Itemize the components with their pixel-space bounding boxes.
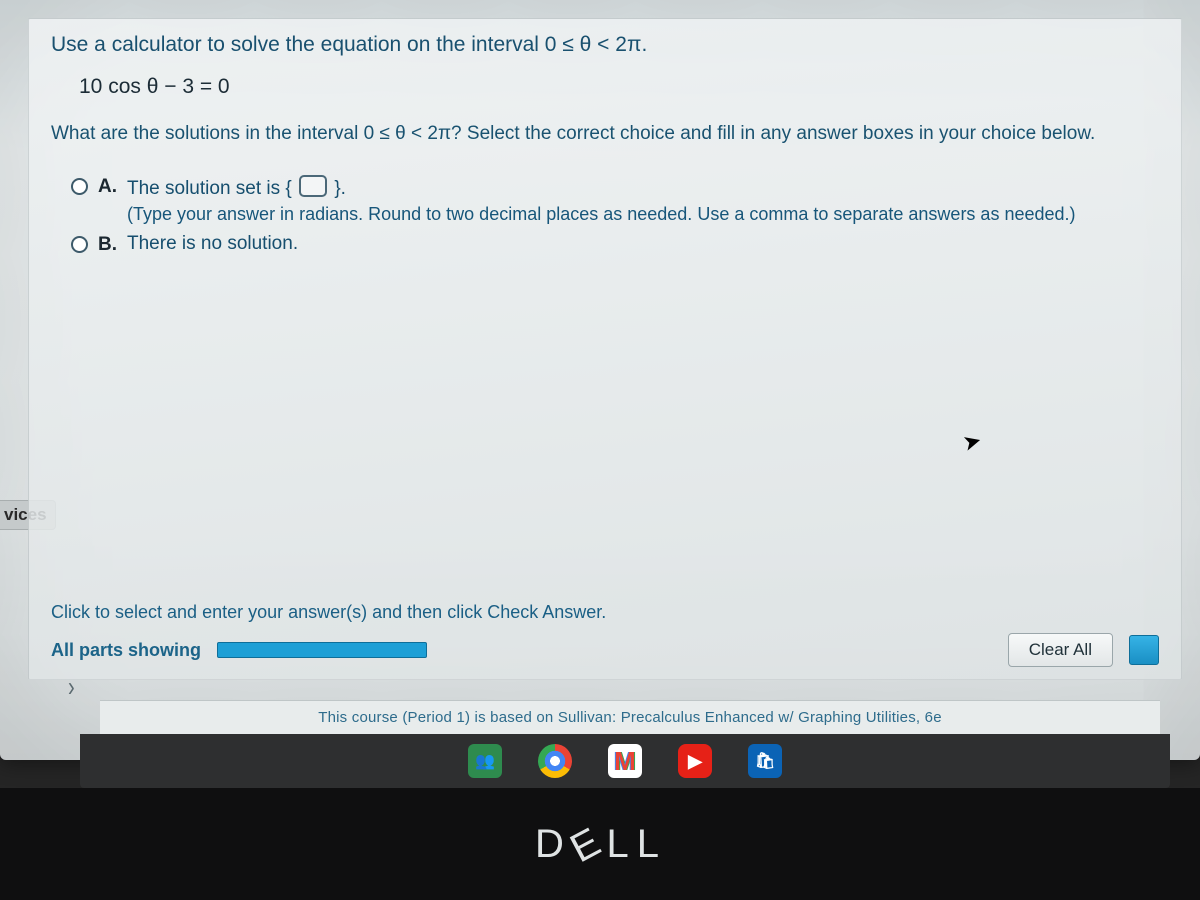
choice-a-text-after: }. [334,178,346,199]
radio-choice-b[interactable] [71,236,88,253]
choice-a-hint: (Type your answer in radians. Round to t… [127,204,1076,225]
os-taskbar: 👥 ▶ 🛍 [80,734,1170,788]
youtube-icon[interactable]: ▶ [678,744,712,778]
equation-line: 10 cos θ − 3 = 0 [79,75,1159,99]
choice-a-label: A. [98,176,117,198]
screen-area: vices Use a calculator to solve the equa… [0,0,1200,760]
answer-input-box[interactable] [299,175,327,197]
choice-a-row: A. The solution set is { }. (Type your a… [71,175,1159,225]
answer-instruction: Click to select and enter your answer(s)… [51,602,606,623]
chevron-right-icon[interactable]: › [68,672,75,704]
dell-logo: DELL [535,822,665,867]
check-answer-button-clip[interactable] [1129,635,1159,665]
gmail-icon[interactable] [608,744,642,778]
clear-all-button[interactable]: Clear All [1008,633,1113,667]
choice-a-text-before: The solution set is { [127,178,292,199]
parts-showing-label: All parts showing [51,640,201,661]
classroom-icon[interactable]: 👥 [468,744,502,778]
radio-choice-a[interactable] [71,178,88,195]
course-info-strip: This course (Period 1) is based on Sulli… [100,700,1160,734]
chrome-icon[interactable] [538,744,572,778]
question-prompt-2: What are the solutions in the interval 0… [51,123,1159,145]
question-prompt-1: Use a calculator to solve the equation o… [51,33,1159,57]
choice-b-label: B. [98,234,117,256]
monitor-bezel: DELL [0,788,1200,900]
question-panel: Use a calculator to solve the equation o… [28,18,1182,680]
choice-b-text: There is no solution. [127,233,298,255]
choice-b-row: B. There is no solution. [71,233,1159,256]
store-icon[interactable]: 🛍 [748,744,782,778]
mouse-cursor-icon: ➤ [960,427,985,457]
progress-bar [217,642,427,658]
course-info-text: This course (Period 1) is based on Sulli… [318,709,942,726]
